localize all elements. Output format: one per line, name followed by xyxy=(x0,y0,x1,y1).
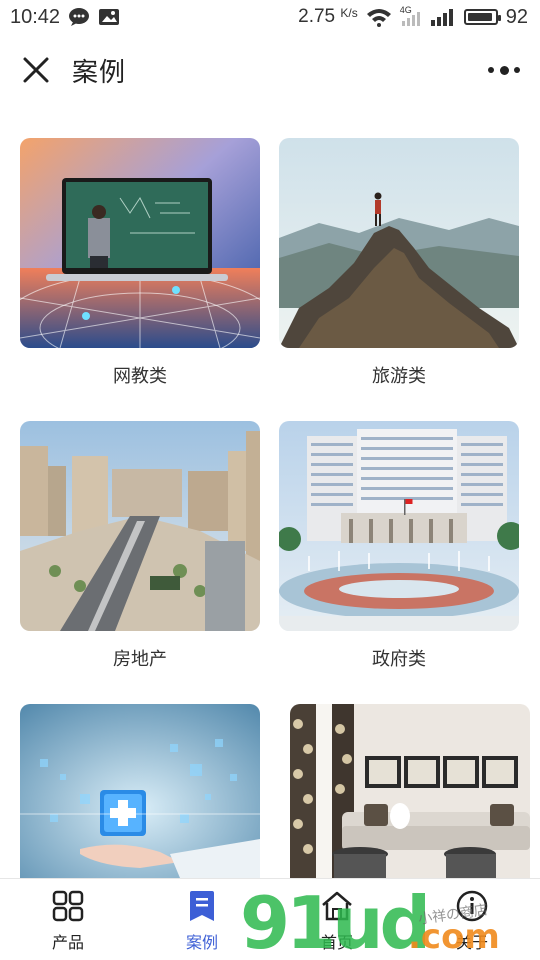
network-type-indicator: 4G xyxy=(400,5,422,27)
status-bar: 10:42 2.75 K/s 4G 92 xyxy=(0,0,540,34)
case-card-real-estate[interactable]: 房地产 xyxy=(20,421,260,669)
nav-label: 关于 xyxy=(455,935,488,952)
nav-label: 首页 xyxy=(320,935,353,952)
nav-item-about[interactable]: 关于 xyxy=(432,889,512,957)
battery-fill xyxy=(467,13,492,21)
image-message-icon xyxy=(99,9,120,25)
case-label: 政府类 xyxy=(372,649,426,669)
case-card-medical[interactable] xyxy=(20,704,260,878)
case-card-interior[interactable] xyxy=(290,704,530,878)
online-education-image xyxy=(20,138,260,348)
home-icon xyxy=(322,891,352,921)
nav-item-products[interactable]: 产品 xyxy=(28,889,108,957)
more-dot xyxy=(499,65,509,75)
chat-bubble-icon xyxy=(69,8,90,26)
more-dot xyxy=(514,67,520,73)
travel-mountain-image xyxy=(279,138,519,348)
case-image-online-education xyxy=(20,138,260,348)
battery-icon xyxy=(463,9,501,25)
grid-icon xyxy=(52,890,84,922)
network-speed: 2.75 K/s xyxy=(298,6,358,28)
nav-label: 案例 xyxy=(185,935,218,952)
battery-percent: 92 xyxy=(505,5,528,28)
case-image-interior xyxy=(290,704,530,878)
nav-item-home[interactable]: 首页 xyxy=(297,889,377,957)
case-label: 房地产 xyxy=(113,649,167,669)
government-building-image xyxy=(279,421,519,631)
info-icon xyxy=(456,890,488,922)
living-room-image xyxy=(290,704,530,878)
app-header: 案例 xyxy=(0,42,540,98)
status-right: 2.75 K/s 4G 92 xyxy=(298,5,528,29)
wifi-icon xyxy=(366,9,391,27)
case-image-government xyxy=(279,421,519,631)
mobile-signal-small-icon xyxy=(401,12,420,26)
case-label: 网教类 xyxy=(113,366,167,386)
bottom-nav: 产品 案例 首页 关于 xyxy=(0,878,540,960)
network-speed-unit: K/s xyxy=(340,6,358,20)
more-options-button[interactable] xyxy=(488,62,520,78)
case-card-online-education[interactable]: 网教类 xyxy=(20,138,260,386)
medical-cross-image xyxy=(20,704,260,878)
case-image-real-estate xyxy=(20,421,260,631)
case-card-travel[interactable]: 旅游类 xyxy=(279,138,519,386)
network-speed-value: 2.75 xyxy=(298,6,336,27)
signal-strength-icon xyxy=(430,9,453,26)
case-image-medical xyxy=(20,704,260,878)
nav-label: 产品 xyxy=(51,935,84,952)
status-left: 10:42 xyxy=(10,6,120,29)
nav-item-cases[interactable]: 案例 xyxy=(162,889,242,957)
case-card-government[interactable]: 政府类 xyxy=(279,421,519,669)
bookmark-icon xyxy=(190,891,214,921)
case-image-travel xyxy=(279,138,519,348)
close-icon[interactable] xyxy=(20,54,52,86)
status-time: 10:42 xyxy=(10,5,61,28)
page-title: 案例 xyxy=(72,57,127,87)
case-label: 旅游类 xyxy=(372,366,426,386)
more-dot xyxy=(488,67,494,73)
real-estate-city-image xyxy=(20,421,260,631)
